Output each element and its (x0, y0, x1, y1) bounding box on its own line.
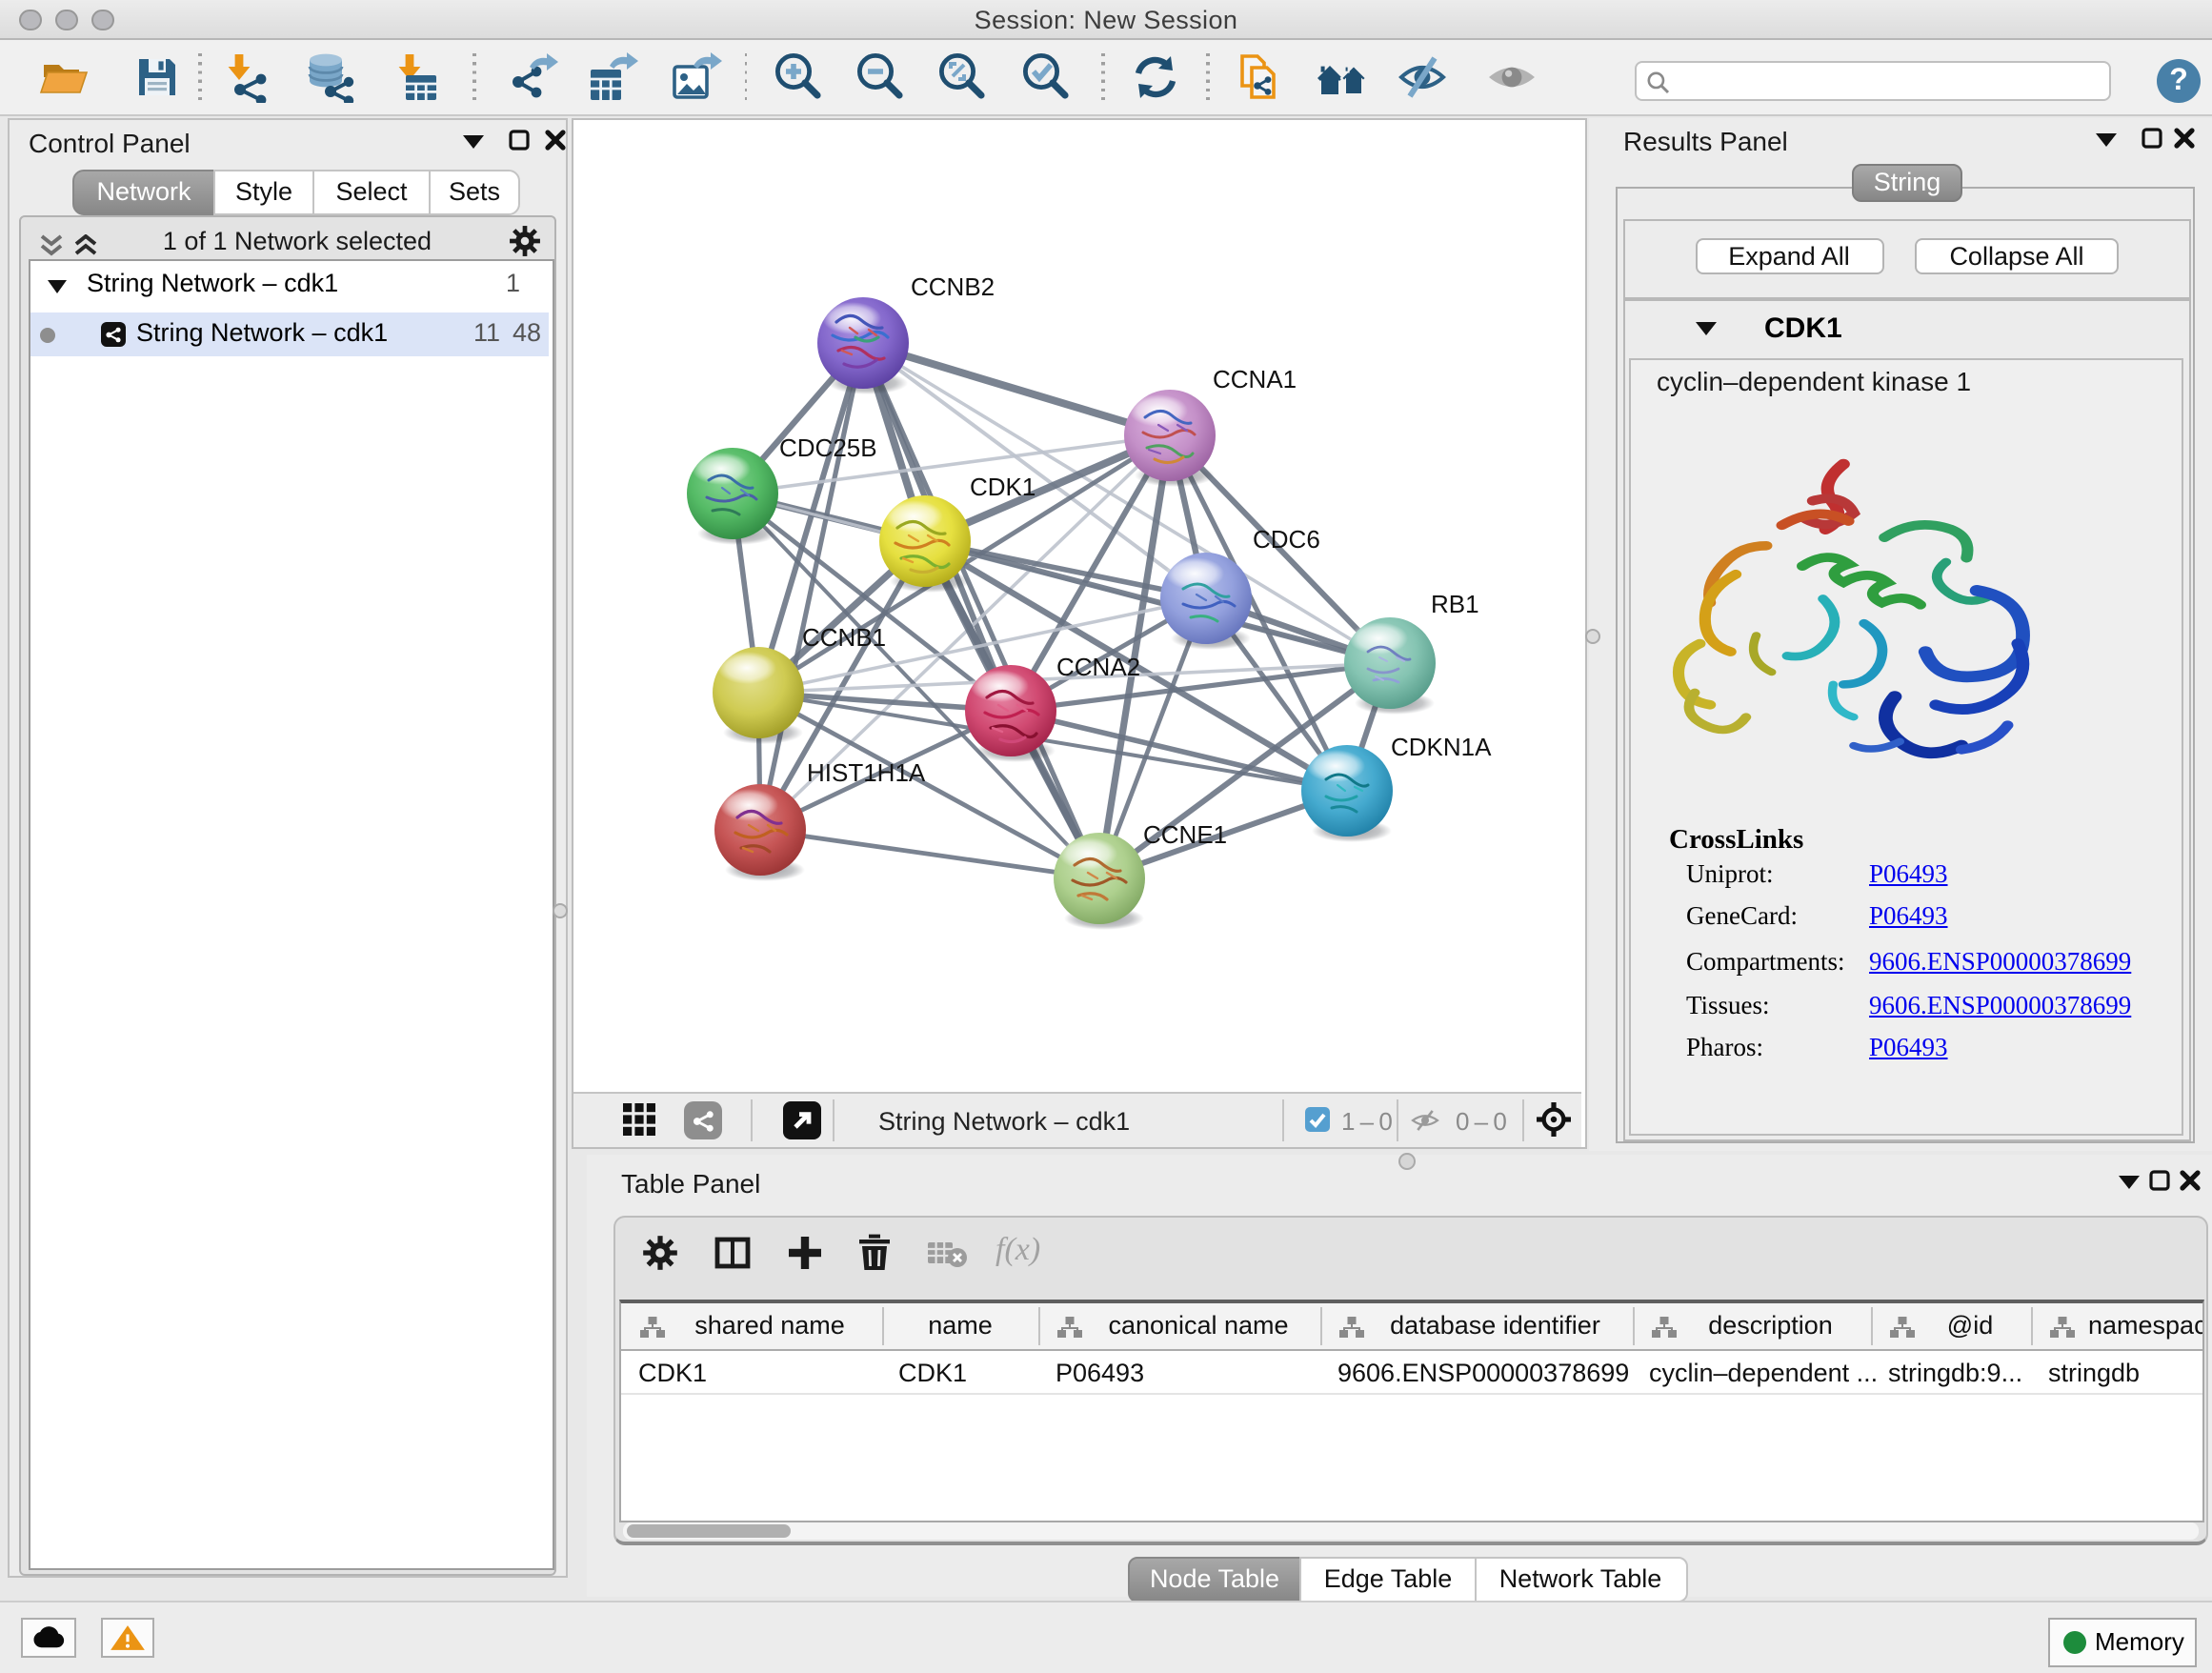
svg-text:CCNA1: CCNA1 (1213, 365, 1297, 393)
svg-text:CCNB1: CCNB1 (802, 623, 886, 652)
svg-text:CDC6: CDC6 (1253, 525, 1320, 554)
svg-text:CCNA2: CCNA2 (1056, 653, 1140, 681)
svg-text:CDKN1A: CDKN1A (1391, 733, 1492, 761)
svg-text:CDK1: CDK1 (970, 473, 1036, 501)
svg-text:RB1: RB1 (1431, 590, 1479, 618)
svg-text:CCNB2: CCNB2 (911, 272, 995, 301)
svg-text:CCNE1: CCNE1 (1143, 820, 1227, 849)
svg-text:HIST1H1A: HIST1H1A (807, 758, 926, 787)
svg-text:CDC25B: CDC25B (779, 433, 877, 462)
